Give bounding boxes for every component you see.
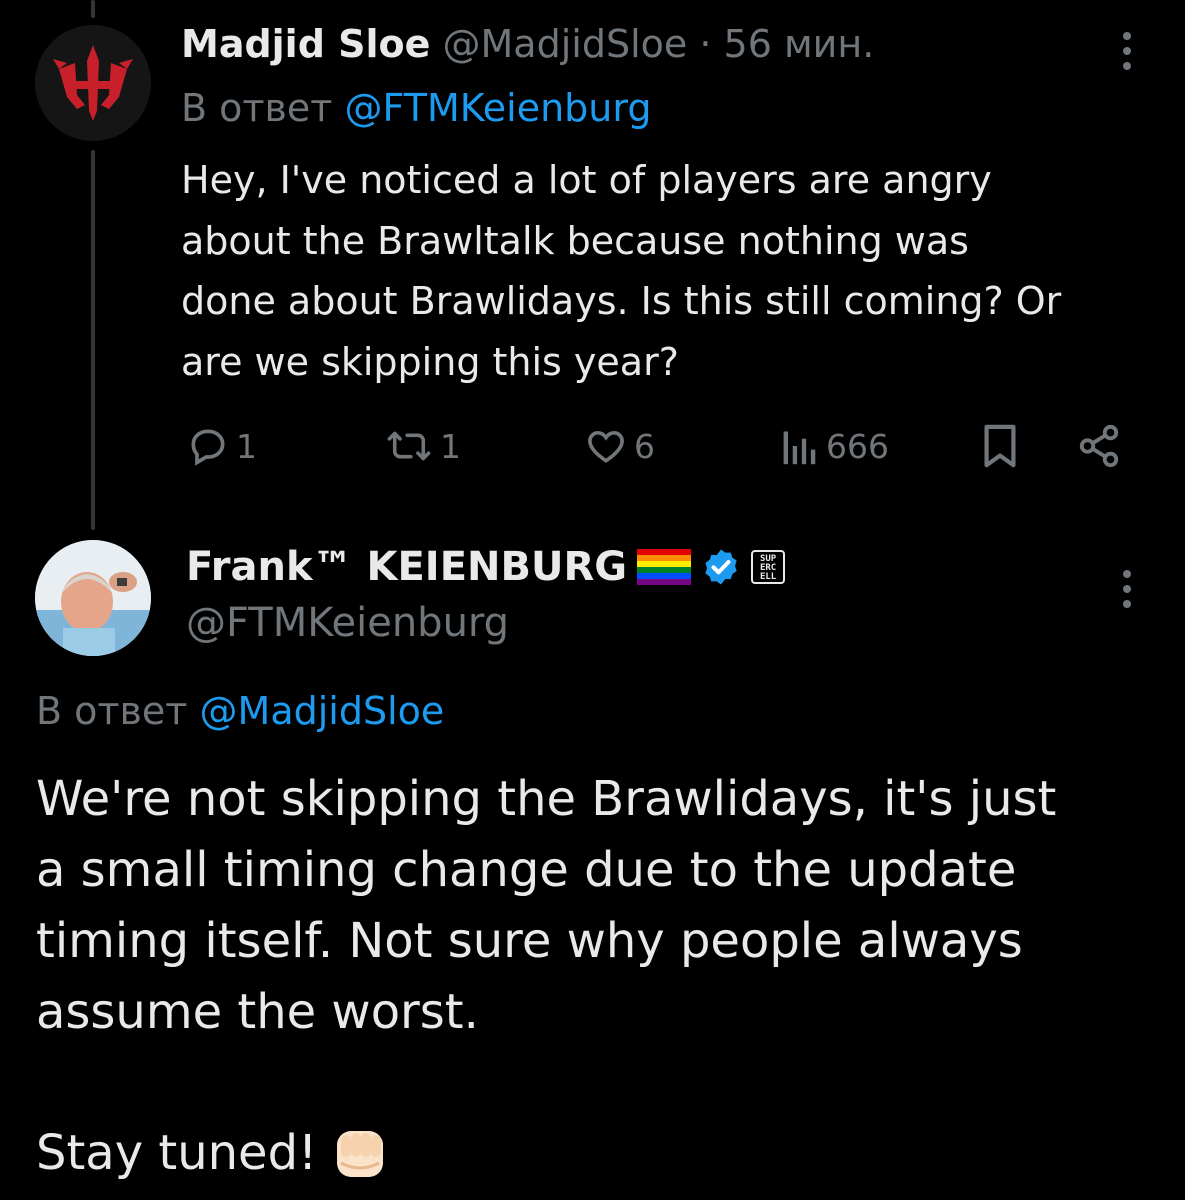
handle[interactable]: @MadjidSloe: [443, 22, 688, 66]
tweet2-text: We're not skipping the Brawlidays, it's …: [36, 764, 1056, 1048]
tweet2-closing: Stay tuned!: [36, 1118, 391, 1189]
display-name[interactable]: Frank™ KEIENBURG: [186, 542, 627, 592]
text-line: done about Brawlidays. Is this still com…: [181, 279, 1062, 323]
share-button[interactable]: [1076, 424, 1122, 468]
rainbow-flag-icon: [637, 549, 692, 585]
tweet1-header: Madjid Sloe @MadjidSloe · 56 мин.: [181, 20, 874, 68]
display-name[interactable]: Madjid Sloe: [181, 22, 430, 66]
heart-icon: [588, 430, 624, 463]
separator: ·: [699, 22, 712, 66]
views-icon: [783, 431, 816, 465]
text-line: assume the worst.: [36, 984, 479, 1040]
timestamp[interactable]: 56 мин.: [724, 22, 875, 66]
text-line: Hey, I've noticed a lot of players are a…: [181, 158, 992, 202]
retweet-button[interactable]: 1: [384, 424, 461, 468]
more-options-icon[interactable]: [1120, 32, 1134, 70]
text-line: timing itself. Not sure why people alway…: [36, 913, 1023, 969]
bookmark-button[interactable]: [980, 424, 1020, 468]
reply-to-link[interactable]: @MadjidSloe: [200, 689, 445, 733]
fist-emoji-icon: [337, 1130, 384, 1177]
handle[interactable]: @FTMKeienburg: [186, 600, 509, 646]
reply-count: 1: [236, 426, 257, 466]
tweet1-text: Hey, I've noticed a lot of players are a…: [181, 150, 1061, 392]
views-button[interactable]: 666: [780, 424, 889, 468]
badge-line: ELL: [759, 572, 777, 582]
closing-text: Stay tuned!: [36, 1125, 318, 1181]
text-line: about the Brawltalk because nothing was: [181, 218, 969, 263]
retweet-count: 1: [440, 426, 461, 466]
verified-badge-icon[interactable]: [701, 547, 741, 587]
reply-button[interactable]: 1: [186, 424, 257, 468]
reply-context: В ответ @MadjidSloe: [36, 686, 444, 736]
profile-photo-icon: [35, 540, 151, 656]
text-line: a small timing change due to the update: [36, 842, 1017, 898]
thread-line-top: [91, 0, 95, 18]
bookmark-icon: [984, 424, 1016, 468]
supercell-affiliate-badge[interactable]: SUP ERC ELL: [751, 550, 786, 584]
reply-prefix: В ответ: [181, 86, 333, 130]
reply-prefix: В ответ: [36, 689, 188, 733]
like-button[interactable]: 6: [584, 424, 655, 468]
avatar-frank[interactable]: [35, 540, 151, 656]
avatar-madjid[interactable]: [35, 25, 151, 141]
view-count: 666: [826, 426, 889, 466]
trident-logo-icon: [35, 25, 151, 141]
reply-context: В ответ @FTMKeienburg: [181, 84, 651, 132]
tweet2-header: Frank™ KEIENBURG SUP ERC ELL: [186, 542, 786, 592]
more-options-icon[interactable]: [1120, 570, 1134, 608]
share-icon: [1079, 424, 1119, 468]
retweet-icon: [387, 431, 431, 461]
tweet2-handle: @FTMKeienburg: [186, 598, 509, 648]
like-count: 6: [634, 426, 655, 466]
text-line: We're not skipping the Brawlidays, it's …: [36, 771, 1057, 827]
thread-line: [91, 150, 95, 530]
reply-to-link[interactable]: @FTMKeienburg: [345, 86, 652, 130]
reply-icon: [191, 429, 225, 466]
text-line: are we skipping this year?: [181, 339, 679, 384]
